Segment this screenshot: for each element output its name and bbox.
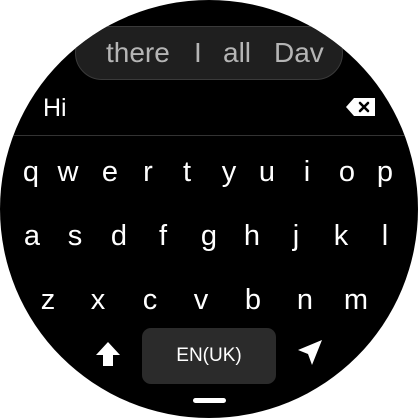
suggestion-bar: there I all Dav: [75, 26, 343, 80]
key-w[interactable]: w: [53, 152, 83, 192]
key-s[interactable]: s: [60, 216, 90, 256]
text-input-field[interactable]: Hi: [43, 94, 67, 123]
key-d[interactable]: d: [104, 216, 134, 256]
send-button[interactable]: [294, 337, 326, 369]
shift-arrow-icon: [96, 342, 120, 366]
suggestion-item[interactable]: Dav: [274, 37, 324, 69]
suggestion-item[interactable]: I: [194, 37, 202, 69]
swipe-handle[interactable]: [193, 398, 226, 403]
key-p[interactable]: p: [370, 152, 400, 192]
key-x[interactable]: x: [83, 280, 113, 320]
suggestion-item[interactable]: there: [106, 37, 170, 69]
input-divider: [0, 135, 418, 136]
key-f[interactable]: f: [148, 216, 178, 256]
key-h[interactable]: h: [237, 216, 267, 256]
key-b[interactable]: b: [238, 280, 268, 320]
language-switch-button[interactable]: EN(UK): [142, 328, 276, 384]
key-o[interactable]: o: [332, 152, 362, 192]
key-g[interactable]: g: [194, 216, 224, 256]
key-n[interactable]: n: [290, 280, 320, 320]
key-c[interactable]: c: [135, 280, 165, 320]
key-y[interactable]: y: [214, 152, 244, 192]
key-z[interactable]: z: [33, 280, 63, 320]
key-e[interactable]: e: [95, 152, 125, 192]
key-r[interactable]: r: [133, 152, 163, 192]
key-t[interactable]: t: [172, 152, 202, 192]
send-icon: [298, 340, 322, 365]
key-q[interactable]: q: [16, 152, 46, 192]
key-u[interactable]: u: [252, 152, 282, 192]
key-a[interactable]: a: [17, 216, 47, 256]
key-m[interactable]: m: [341, 280, 371, 320]
key-k[interactable]: k: [326, 216, 356, 256]
backspace-icon: [346, 98, 375, 116]
shift-button[interactable]: [93, 339, 123, 369]
suggestion-item[interactable]: all: [223, 37, 251, 69]
key-l[interactable]: l: [370, 216, 400, 256]
key-j[interactable]: j: [281, 216, 311, 256]
backspace-button[interactable]: [345, 97, 377, 117]
key-i[interactable]: i: [292, 152, 322, 192]
key-v[interactable]: v: [186, 280, 216, 320]
watch-screen: there I all Dav Hi q w e r t y u i o p a…: [0, 0, 418, 418]
